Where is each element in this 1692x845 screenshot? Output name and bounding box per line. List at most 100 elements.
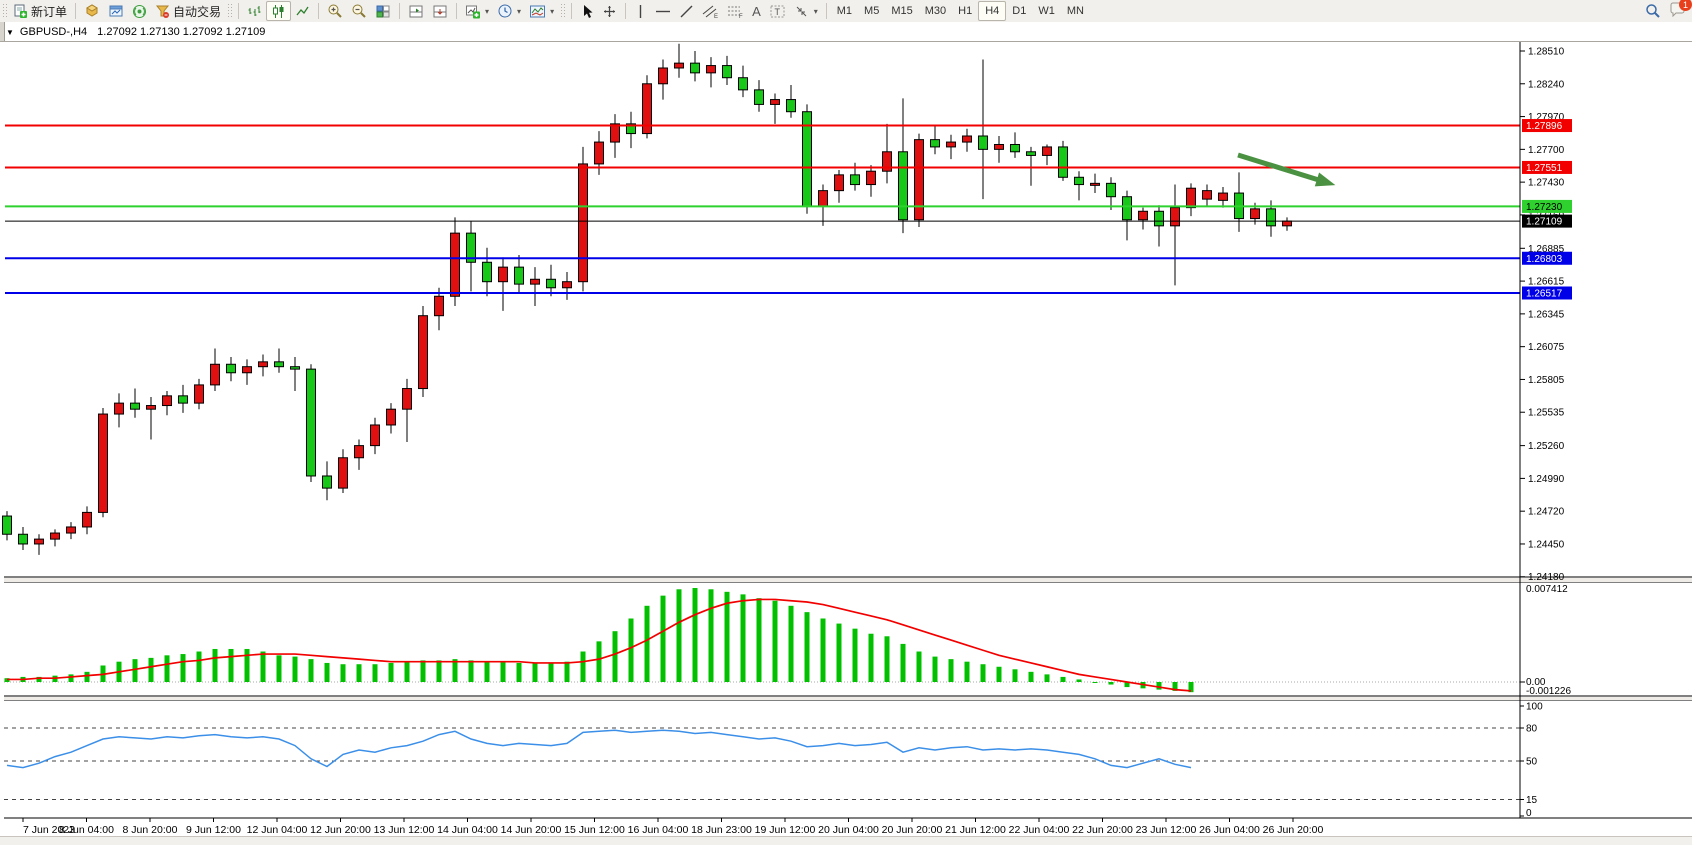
date-label: 12 Jun 20:00	[310, 824, 371, 836]
candle-up	[1219, 193, 1228, 200]
arrows-tool-dropdown[interactable]: ▾	[790, 1, 822, 21]
panel-splitter[interactable]	[4, 578, 1692, 582]
auto-trading-label: 自动交易	[173, 3, 221, 20]
zoom-out-button[interactable]	[347, 1, 371, 21]
tile-windows-button[interactable]	[371, 1, 395, 21]
bar-chart-type-button[interactable]	[243, 1, 266, 21]
date-label: 15 Jun 12:00	[564, 824, 625, 836]
new-indicator-window-button[interactable]	[404, 1, 428, 21]
candle-down	[1123, 197, 1132, 220]
chart-window-button[interactable]	[104, 1, 128, 21]
macd-bar	[1013, 669, 1018, 682]
candle-down	[1075, 177, 1084, 184]
price-badge-label: 1.27551	[1526, 163, 1563, 174]
textbox-tool-icon: T	[769, 4, 786, 19]
timeframe-button-M15[interactable]: M15	[885, 2, 918, 20]
chart-ohlc-values: 1.27092 1.27130 1.27092 1.27109	[97, 26, 265, 38]
macd-bar	[853, 629, 858, 682]
notifications-button[interactable]: 1	[1669, 2, 1686, 20]
search-icon[interactable]	[1645, 3, 1661, 19]
macd-bar	[773, 601, 778, 682]
macd-bar	[885, 636, 890, 682]
collapse-triangle-icon[interactable]: ▼	[6, 28, 14, 37]
timeframe-button-D1[interactable]: D1	[1006, 2, 1032, 20]
macd-bar	[741, 594, 746, 682]
svg-text:F: F	[739, 14, 743, 19]
trendline-tool-button[interactable]	[675, 1, 698, 21]
indicators-icon	[529, 4, 546, 19]
add-chart-dropdown[interactable]: ▾	[461, 1, 493, 21]
candle-up	[579, 164, 588, 282]
hline-tool-button[interactable]	[651, 1, 675, 21]
channel-tool-icon: E	[702, 4, 719, 19]
toolbar-separator	[625, 3, 626, 19]
new-order-button[interactable]: 新订单	[9, 1, 71, 21]
price-tick-label: 1.27700	[1528, 145, 1565, 156]
chart-canvas[interactable]: 1.285101.282401.279701.277001.274301.271…	[0, 42, 1692, 845]
new-order-label: 新订单	[31, 3, 67, 20]
notification-badge: 1	[1679, 0, 1692, 11]
timeframe-button-H4[interactable]: H4	[978, 1, 1006, 21]
crosshair-tool-button[interactable]	[598, 1, 621, 21]
package-icon	[84, 4, 100, 18]
macd-bar	[677, 589, 682, 682]
candle-up	[595, 142, 604, 164]
price-badge-label: 1.27896	[1526, 121, 1563, 132]
textbox-tool-button[interactable]: T	[765, 1, 790, 21]
arrows-tool-icon	[794, 4, 810, 19]
toolbar-grip[interactable]	[560, 3, 565, 19]
indicators-dropdown[interactable]: ▾	[525, 1, 558, 21]
candle-down	[851, 175, 860, 185]
crosshair-icon	[602, 4, 617, 19]
price-badge-label: 1.27109	[1526, 217, 1563, 228]
toolbar-grip[interactable]	[227, 3, 232, 19]
candle-up	[83, 512, 92, 527]
period-dropdown[interactable]: ▾	[493, 1, 525, 21]
cursor-tool-button[interactable]	[576, 1, 598, 21]
timeframe-button-M5[interactable]: M5	[858, 2, 885, 20]
rsi-axis-label: 50	[1526, 757, 1538, 768]
macd-bar	[805, 612, 810, 682]
signal-button[interactable]	[128, 1, 151, 21]
candle-down	[179, 396, 188, 403]
price-tick-label: 1.24450	[1528, 539, 1565, 550]
toolbar-grip[interactable]	[2, 3, 7, 19]
macd-bar	[485, 662, 490, 682]
timeframe-button-W1[interactable]: W1	[1032, 2, 1061, 20]
timeframe-button-H1[interactable]: H1	[952, 2, 978, 20]
fibo-tool-icon: F	[727, 4, 744, 19]
date-label: 22 Jun 20:00	[1072, 824, 1133, 836]
timeframe-button-M1[interactable]: M1	[831, 2, 858, 20]
line-chart-type-button[interactable]	[291, 1, 314, 21]
macd-bar	[965, 662, 970, 682]
timeframe-button-M30[interactable]: M30	[919, 2, 952, 20]
zoom-in-button[interactable]	[323, 1, 347, 21]
macd-bar	[709, 589, 714, 682]
candle-chart-type-button[interactable]	[266, 1, 291, 21]
macd-bar	[629, 619, 634, 683]
macd-bar	[917, 652, 922, 682]
date-label: 16 Jun 04:00	[628, 824, 689, 836]
price-tick-label: 1.25535	[1528, 408, 1565, 419]
macd-bar	[1157, 682, 1162, 690]
rsi-axis-label: 0	[1526, 808, 1532, 819]
candle-up	[211, 364, 220, 385]
macd-bar	[133, 659, 138, 682]
candle-up	[243, 367, 252, 373]
package-button[interactable]	[80, 1, 104, 21]
fibo-tool-button[interactable]: F	[723, 1, 748, 21]
indicator-window2-button[interactable]	[428, 1, 452, 21]
text-tool-button[interactable]: A	[748, 1, 765, 21]
channel-tool-button[interactable]: E	[698, 1, 723, 21]
autotrade-funnel-icon	[155, 4, 170, 19]
svg-text:E: E	[714, 14, 718, 19]
chevron-down-icon: ▾	[517, 7, 521, 16]
vline-tool-button[interactable]	[630, 1, 651, 21]
timeframe-button-MN[interactable]: MN	[1061, 2, 1090, 20]
price-tick-label: 1.25260	[1528, 441, 1565, 452]
auto-trading-button[interactable]: 自动交易	[151, 1, 225, 21]
panel-splitter[interactable]	[4, 697, 1692, 700]
price-badge-label: 1.27230	[1526, 202, 1563, 213]
toolbar-separator	[238, 3, 239, 19]
candle-down	[3, 516, 12, 534]
